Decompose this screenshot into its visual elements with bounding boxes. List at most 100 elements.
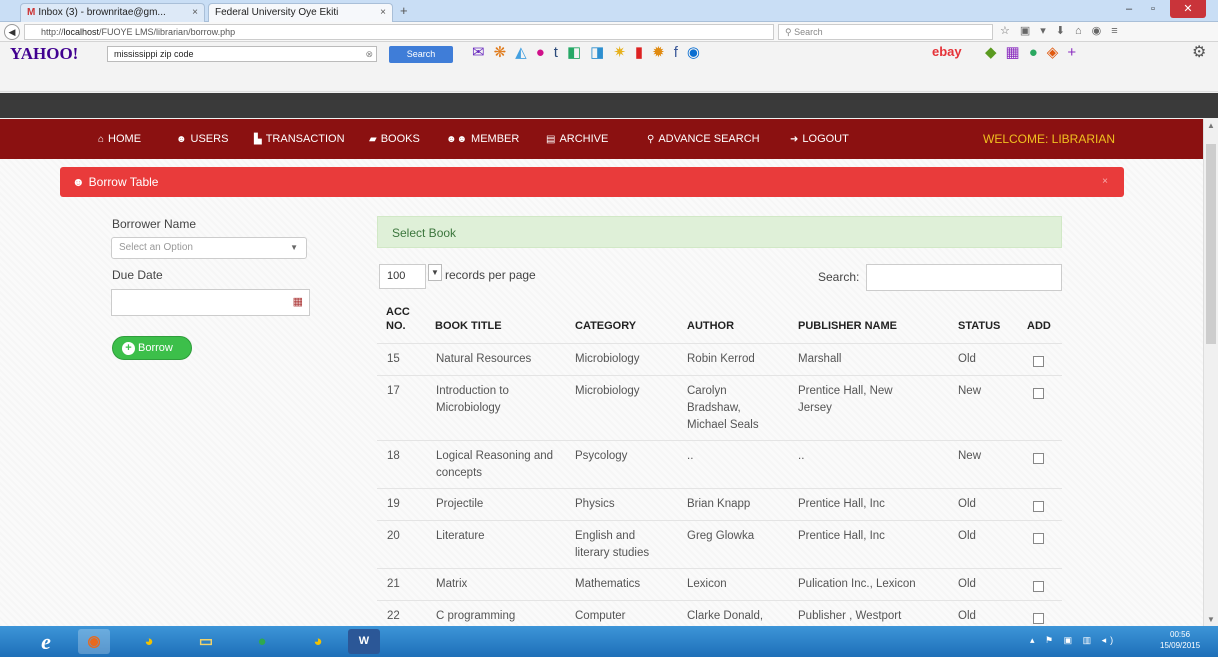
system-clock[interactable]: 00:56 15/09/2015 <box>1160 629 1200 651</box>
yahoo-search-button[interactable]: Search <box>389 46 453 63</box>
add-checkbox[interactable] <box>1033 501 1044 512</box>
search-placeholder: Search <box>794 27 823 37</box>
cell-author: Clarke Donald, <box>687 610 764 622</box>
add-checkbox[interactable] <box>1033 613 1044 624</box>
user-icon: ☻ <box>72 175 85 189</box>
home-icon: ⌂ <box>98 134 105 145</box>
clear-search-icon[interactable]: ⊗ <box>365 47 373 61</box>
cell-author: Lexicon <box>687 578 727 590</box>
cell-author: .. <box>687 450 694 462</box>
table-search-input[interactable] <box>866 264 1062 291</box>
firefox-icon[interactable]: ◉ <box>78 629 110 654</box>
system-tray-icons[interactable]: ▴ ⚑ ▣ ▥ ◂) <box>1030 635 1117 646</box>
header-author[interactable]: AUTHOR <box>687 320 734 332</box>
tab-fuoye[interactable]: Federal University Oye Ekiti × <box>208 3 393 22</box>
scroll-down-icon[interactable]: ▼ <box>1207 615 1215 624</box>
menu-label: BOOKS <box>380 133 420 145</box>
cell-status: Old <box>958 578 976 590</box>
cell-acc: 19 <box>387 498 400 510</box>
header-add[interactable]: ADD <box>1027 320 1051 332</box>
add-checkbox[interactable] <box>1033 453 1044 464</box>
menu-label: LOGOUT <box>802 133 849 145</box>
cell-category: Psycology <box>575 450 628 462</box>
page-scrollbar[interactable]: ▲ ▼ <box>1203 119 1218 626</box>
menu-label: ARCHIVE <box>559 133 609 145</box>
add-checkbox[interactable] <box>1033 533 1044 544</box>
close-tab-icon[interactable]: × <box>380 4 386 21</box>
browser-search-input[interactable]: ⚲ Search <box>778 24 993 40</box>
cell-title: Literature <box>436 530 485 542</box>
new-tab-button[interactable]: + <box>400 3 408 18</box>
transaction-icon: ▙ <box>254 134 262 145</box>
menu-home[interactable]: ⌂ HOME <box>98 119 141 159</box>
calendar-icon[interactable]: ▦ <box>293 295 303 308</box>
toolbar-app-icons[interactable]: ✉❋◭●t◧◨✷▮✹f◉ <box>472 43 709 61</box>
word-icon[interactable]: W <box>348 629 380 654</box>
scroll-up-icon[interactable]: ▲ <box>1207 121 1215 130</box>
chevron-down-icon[interactable]: ▼ <box>428 264 442 281</box>
cell-status: Old <box>958 498 976 510</box>
yahoo-logo[interactable]: YAHOO! <box>10 44 78 64</box>
menu-logout[interactable]: ➜ LOGOUT <box>790 119 849 159</box>
cell-title: Matrix <box>436 578 468 590</box>
chrome-app-icon[interactable]: ◕ <box>302 629 334 654</box>
cell-acc: 15 <box>387 353 400 365</box>
menu-member[interactable]: ☻☻ MEMBER <box>446 119 519 159</box>
menu-label: MEMBER <box>471 133 520 145</box>
back-icon[interactable]: ◀ <box>4 24 20 40</box>
add-checkbox[interactable] <box>1033 581 1044 592</box>
panel-title: Borrow Table <box>88 175 159 189</box>
header-book-title[interactable]: BOOK TITLE <box>435 320 502 332</box>
close-panel-icon[interactable]: × <box>1102 167 1108 197</box>
menu-books[interactable]: ▰ BOOKS <box>369 119 420 159</box>
address-bar[interactable]: http://localhost/FUOYE LMS/librarian/bor… <box>24 24 774 40</box>
borrower-name-select[interactable]: Select an Option ▼ <box>111 237 307 259</box>
cell-publisher: .. <box>798 450 805 462</box>
menu-advance-search[interactable]: ⚲ ADVANCE SEARCH <box>647 119 760 159</box>
archive-icon: ▤ <box>546 134 556 145</box>
scroll-thumb[interactable] <box>1206 144 1216 344</box>
menu-archive[interactable]: ▤ ARCHIVE <box>546 119 608 159</box>
cell-acc: 18 <box>387 450 400 462</box>
due-date-input[interactable]: ▦ <box>111 289 310 316</box>
ebay-icon[interactable]: ebay <box>932 44 962 59</box>
menu-users[interactable]: ☻ USERS <box>176 119 228 159</box>
cell-status: Old <box>958 530 976 542</box>
cell-author: Robin Kerrod <box>687 353 755 365</box>
cell-acc: 22 <box>387 610 400 622</box>
borrow-button[interactable]: + Borrow <box>112 336 192 360</box>
internet-explorer-icon[interactable]: e <box>30 629 62 654</box>
add-checkbox[interactable] <box>1033 388 1044 399</box>
header-category[interactable]: CATEGORY <box>575 320 636 332</box>
menu-label: TRANSACTION <box>265 133 345 145</box>
cell-category: English and literary studies <box>575 530 650 559</box>
minimize-icon[interactable]: – <box>1118 0 1140 18</box>
folder-icon[interactable]: ▭ <box>190 629 222 654</box>
yahoo-search-input[interactable]: mississippi zip code ⊗ <box>107 46 377 62</box>
records-per-page-select[interactable]: 100 <box>379 264 426 289</box>
menu-transaction[interactable]: ▙ TRANSACTION <box>254 119 345 159</box>
add-checkbox[interactable] <box>1033 356 1044 367</box>
close-tab-icon[interactable]: × <box>192 4 198 21</box>
cell-publisher: Publisher , Westport <box>798 610 902 622</box>
cell-status: Old <box>958 610 976 622</box>
due-date-label: Due Date <box>112 268 163 282</box>
tab-gmail[interactable]: M Inbox (3) - brownritae@gm... × <box>20 3 205 22</box>
browser-toolbar-icons[interactable]: ☆▣▾⬇⌂◉≡ <box>1000 24 1128 37</box>
window-close-icon[interactable]: ✕ <box>1170 0 1206 18</box>
chrome-icon[interactable]: ◕ <box>133 629 165 654</box>
gear-icon[interactable]: ⚙ <box>1192 42 1206 62</box>
table-row: 21 Matrix Mathematics Lexicon Pulication… <box>377 568 1062 600</box>
header-acc-no[interactable]: ACC NO. <box>386 305 420 333</box>
toolbar-more-icons[interactable]: ◆▦●◈+ <box>985 43 1085 61</box>
hangouts-icon[interactable]: ● <box>246 629 278 654</box>
logout-icon: ➜ <box>790 134 799 145</box>
cell-publisher: Prentice Hall, Inc <box>798 530 885 542</box>
cell-publisher: Marshall <box>798 353 842 365</box>
header-publisher-name[interactable]: PUBLISHER NAME <box>798 320 897 332</box>
maximize-icon[interactable]: ▫ <box>1142 0 1164 18</box>
table-row: 15 Natural Resources Microbiology Robin … <box>377 343 1062 375</box>
borrow-table-header: ☻ Borrow Table × <box>60 167 1124 197</box>
windows-taskbar: e ◉ ◕ ▭ ● ◕ W ▴ ⚑ ▣ ▥ ◂) 00:56 15/09/201… <box>0 626 1218 657</box>
header-status[interactable]: STATUS <box>958 320 1000 332</box>
